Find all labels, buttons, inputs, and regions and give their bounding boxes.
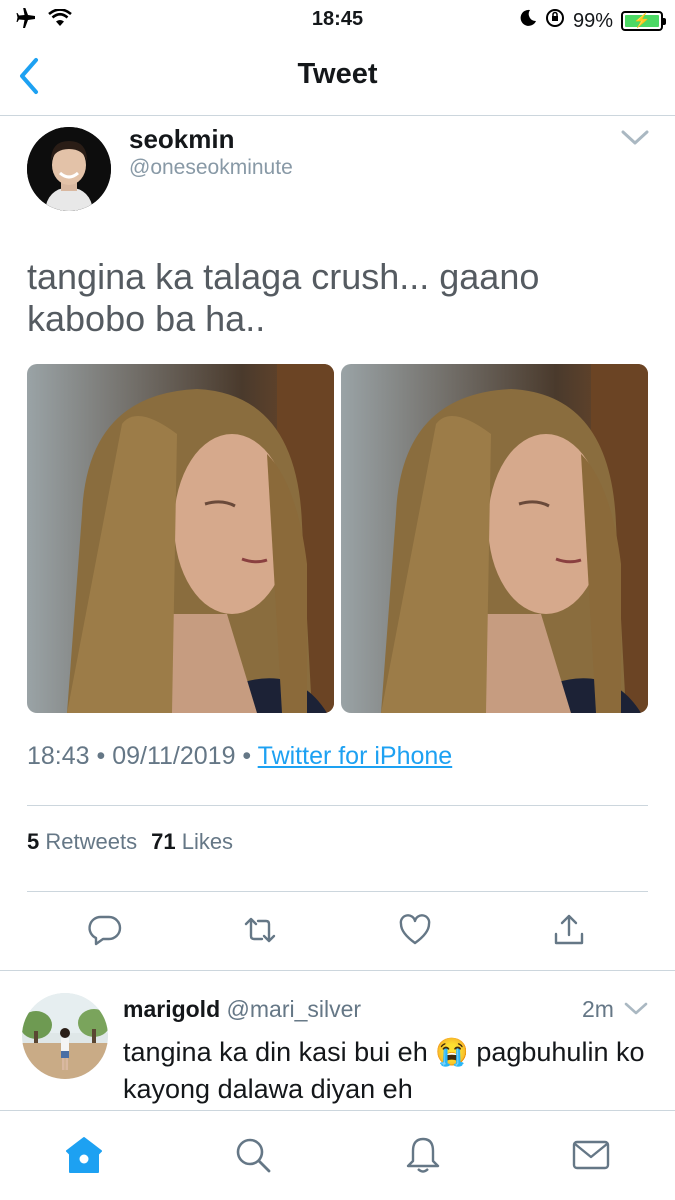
tweet-meta: 18:43 • 09/11/2019 • Twitter for iPhone: [27, 742, 452, 771]
author-handle[interactable]: @oneseokminute: [129, 156, 293, 180]
tweet-timestamp: 18:43 • 09/11/2019 •: [27, 742, 258, 770]
retweet-count: 5: [27, 829, 40, 854]
reply-author-name: marigold: [123, 996, 221, 1022]
messages-icon[interactable]: [571, 1135, 611, 1175]
author-avatar[interactable]: [27, 127, 111, 211]
tweet-photo[interactable]: [27, 364, 334, 713]
like-count: 71: [151, 829, 176, 854]
retweets-stat[interactable]: 5 Retweets: [27, 829, 137, 855]
notifications-icon[interactable]: [403, 1135, 443, 1175]
likes-stat[interactable]: 71 Likes: [151, 829, 233, 855]
tweet-text: tangina ka talaga crush... gaano kabobo …: [27, 256, 540, 339]
nav-bar: Tweet: [0, 40, 675, 116]
reply-text: tangina ka din kasi bui eh 😭 pagbuhulin …: [123, 1037, 645, 1104]
status-bar: 18:45 99% ⚡: [0, 0, 675, 40]
tweet-actions: [0, 912, 675, 952]
divider: [27, 805, 648, 806]
chevron-down-icon: [621, 130, 649, 145]
separator: [0, 970, 675, 971]
reply-author[interactable]: marigold @mari_silver: [123, 996, 361, 1023]
reply-author-handle: @mari_silver: [226, 996, 362, 1022]
like-icon[interactable]: [397, 912, 433, 948]
home-icon[interactable]: [64, 1135, 104, 1175]
tweet-photo[interactable]: [341, 364, 648, 713]
retweet-label: Retweets: [45, 829, 138, 854]
tweet-stats: 5 Retweets 71 Likes: [27, 829, 233, 855]
search-icon[interactable]: [233, 1135, 273, 1175]
reply-time: 2m: [582, 996, 614, 1022]
reply-menu-button[interactable]: [624, 1001, 648, 1017]
tweet-menu-button[interactable]: [620, 128, 650, 148]
battery-icon: ⚡: [621, 11, 666, 31]
reply-author-avatar[interactable]: [22, 993, 108, 1079]
battery-percentage: 99%: [572, 9, 613, 32]
author-name[interactable]: seokmin: [129, 124, 235, 155]
page-title: Tweet: [297, 58, 378, 90]
like-label: Likes: [181, 829, 234, 854]
retweet-icon[interactable]: [242, 912, 278, 948]
tab-bar: [0, 1110, 675, 1200]
share-icon[interactable]: [551, 912, 587, 948]
orientation-lock-icon: [545, 8, 565, 34]
divider: [27, 891, 648, 892]
moon-icon: [519, 9, 537, 33]
tweet-source-link[interactable]: Twitter for iPhone: [258, 742, 453, 770]
chevron-down-icon: [624, 1002, 648, 1015]
reply-icon[interactable]: [87, 912, 123, 948]
